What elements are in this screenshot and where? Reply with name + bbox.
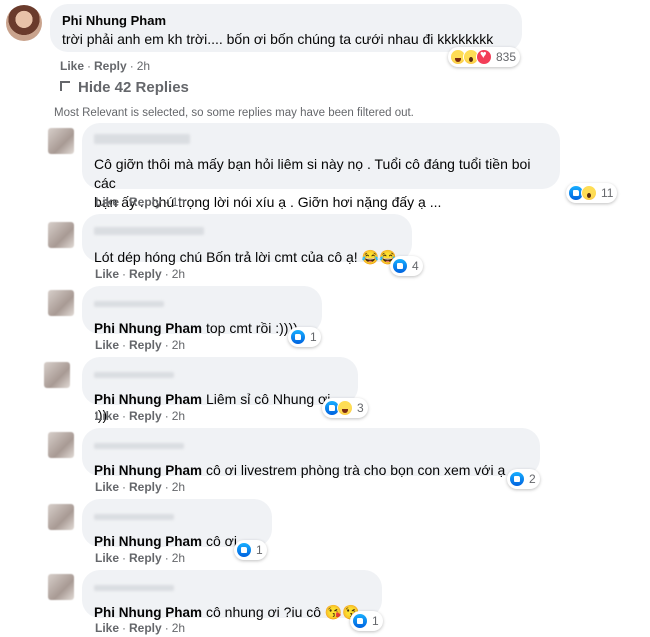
reaction-summary[interactable]: 4 bbox=[390, 256, 423, 276]
reply-author[interactable]: Phi Nhung Pham bbox=[94, 534, 202, 549]
reply-author[interactable]: Phi Nhung Pham bbox=[94, 321, 202, 336]
like-icon bbox=[392, 258, 408, 274]
comment-author[interactable]: Phi Nhung Pham bbox=[62, 13, 166, 28]
avatar[interactable] bbox=[48, 432, 74, 458]
avatar[interactable] bbox=[48, 128, 74, 154]
reply-author-redacted bbox=[94, 372, 174, 378]
reaction-count: 11 bbox=[601, 186, 614, 200]
reaction-count: 1 bbox=[372, 614, 379, 628]
reply-actions: Like · Reply · 2h bbox=[95, 409, 186, 423]
reply-line: Phi Nhung Pham cô nhung ơi ?iu cô 😘😘 bbox=[94, 604, 370, 621]
reply-author-redacted bbox=[94, 585, 174, 591]
reply-button[interactable]: Reply bbox=[129, 409, 162, 423]
reply-text: Lót dép hóng chú Bốn trả lời cmt của cô … bbox=[94, 249, 397, 265]
reply-bubble: Lót dép hóng chú Bốn trả lời cmt của cô … bbox=[82, 214, 412, 265]
reply-bubble: Cô giỡn thôi mà mấy bạn hỏi liêm si này … bbox=[82, 123, 560, 210]
reply-button[interactable]: Reply bbox=[94, 59, 127, 73]
reply-bubble: Phi Nhung Pham cô nhung ơi ?iu cô 😘😘 bbox=[82, 570, 382, 621]
timestamp[interactable]: 2h bbox=[172, 267, 185, 281]
like-button[interactable]: Like bbox=[95, 551, 119, 565]
avatar[interactable] bbox=[48, 504, 74, 530]
timestamp[interactable]: 2h bbox=[137, 59, 150, 73]
reaction-summary[interactable]: 835 bbox=[448, 47, 521, 67]
timestamp[interactable]: 1h bbox=[172, 195, 185, 209]
reply-actions: Like · Reply · 2h bbox=[95, 480, 186, 494]
reaction-count: 4 bbox=[412, 259, 419, 273]
timestamp[interactable]: 2h bbox=[172, 480, 185, 494]
reaction-summary[interactable]: 11 bbox=[566, 183, 618, 203]
like-button[interactable]: Like bbox=[60, 59, 84, 73]
avatar[interactable] bbox=[48, 290, 74, 316]
reply-actions: Like · Reply · 2h bbox=[95, 621, 186, 635]
reply-bubble: Phi Nhung Pham cô ơi livestrem phòng trà … bbox=[82, 428, 540, 478]
avatar[interactable] bbox=[44, 362, 70, 388]
like-icon bbox=[290, 329, 306, 345]
reply-text-line: Cô giỡn thôi mà mấy bạn hỏi liêm si này … bbox=[94, 156, 531, 191]
reply-author[interactable] bbox=[94, 134, 190, 144]
timestamp[interactable]: 2h bbox=[172, 621, 185, 635]
comment-bubble: Phi Nhung Pham trời phải anh em kh trời.… bbox=[50, 4, 522, 52]
reply-line: Phi Nhung Pham cô ơi livestrem phòng trà … bbox=[94, 462, 528, 478]
reply-actions: Like · Reply · 2h bbox=[95, 338, 186, 352]
like-icon bbox=[509, 471, 525, 487]
collapse-arrow-icon bbox=[60, 81, 70, 91]
reply-author-redacted bbox=[94, 443, 184, 449]
reaction-summary[interactable]: 3 bbox=[322, 398, 368, 418]
reaction-count: 1 bbox=[256, 543, 263, 557]
avatar[interactable] bbox=[6, 5, 42, 41]
haha-icon bbox=[337, 400, 353, 416]
reply-actions: Like · Reply · 2h bbox=[95, 551, 186, 565]
reply-button[interactable]: Reply bbox=[129, 267, 162, 281]
reaction-count: 2 bbox=[529, 472, 536, 486]
reply-author-redacted bbox=[94, 301, 164, 307]
reply-actions: Like · Reply · 1h bbox=[95, 195, 186, 209]
reaction-summary[interactable]: 2 bbox=[507, 469, 540, 489]
hide-replies-button[interactable]: Hide 42 Replies bbox=[60, 79, 189, 96]
like-button[interactable]: Like bbox=[95, 480, 119, 494]
reply-button[interactable]: Reply bbox=[129, 480, 162, 494]
reply-actions: Like · Reply · 2h bbox=[95, 267, 186, 281]
reply-button[interactable]: Reply bbox=[129, 621, 162, 635]
timestamp[interactable]: 2h bbox=[172, 338, 185, 352]
reply-bubble: Phi Nhung Pham Liêm sỉ cô Nhung ơi :)) bbox=[82, 357, 358, 423]
reaction-summary[interactable]: 1 bbox=[288, 327, 321, 347]
reply-author[interactable]: Phi Nhung Pham bbox=[94, 463, 202, 478]
like-icon bbox=[236, 542, 252, 558]
reply-author[interactable] bbox=[94, 227, 204, 235]
avatar[interactable] bbox=[48, 574, 74, 600]
comment-text: trời phải anh em kh trời.... bốn ơi bốn … bbox=[62, 31, 494, 47]
reaction-count: 3 bbox=[357, 401, 364, 415]
reply-button[interactable]: Reply bbox=[129, 195, 162, 209]
like-button[interactable]: Like bbox=[95, 195, 119, 209]
reply-button[interactable]: Reply bbox=[129, 551, 162, 565]
like-button[interactable]: Like bbox=[95, 409, 119, 423]
like-button[interactable]: Like bbox=[95, 267, 119, 281]
wow-icon bbox=[581, 185, 597, 201]
reply-author[interactable]: Phi Nhung Pham bbox=[94, 605, 202, 620]
reply-button[interactable]: Reply bbox=[129, 338, 162, 352]
reply-author-redacted bbox=[94, 514, 174, 520]
comment-actions: Like · Reply · 2h bbox=[60, 59, 151, 73]
reply-author[interactable]: Phi Nhung Pham bbox=[94, 392, 202, 407]
timestamp[interactable]: 2h bbox=[172, 551, 185, 565]
reply-line: Phi Nhung Pham top cmt rồi :)))) bbox=[94, 320, 310, 336]
reaction-summary[interactable]: 1 bbox=[350, 611, 383, 631]
reply-bubble: Phi Nhung Pham top cmt rồi :)))) bbox=[82, 286, 322, 336]
like-button[interactable]: Like bbox=[95, 338, 119, 352]
reaction-summary[interactable]: 1 bbox=[234, 540, 267, 560]
love-icon bbox=[476, 49, 492, 65]
filter-notice: Most Relevant is selected, so some repli… bbox=[54, 107, 414, 119]
avatar[interactable] bbox=[48, 222, 74, 248]
reaction-count: 1 bbox=[310, 330, 317, 344]
like-icon bbox=[352, 613, 368, 629]
reply-text: cô ơi livestrem phòng trà cho bọn con xe… bbox=[206, 462, 506, 478]
reply-text: top cmt rồi :)))) bbox=[206, 320, 298, 336]
like-button[interactable]: Like bbox=[95, 621, 119, 635]
timestamp[interactable]: 2h bbox=[172, 409, 185, 423]
reply-text: cô nhung ơi ?iu cô 😘😘 bbox=[206, 604, 360, 620]
reaction-count: 835 bbox=[496, 50, 517, 64]
